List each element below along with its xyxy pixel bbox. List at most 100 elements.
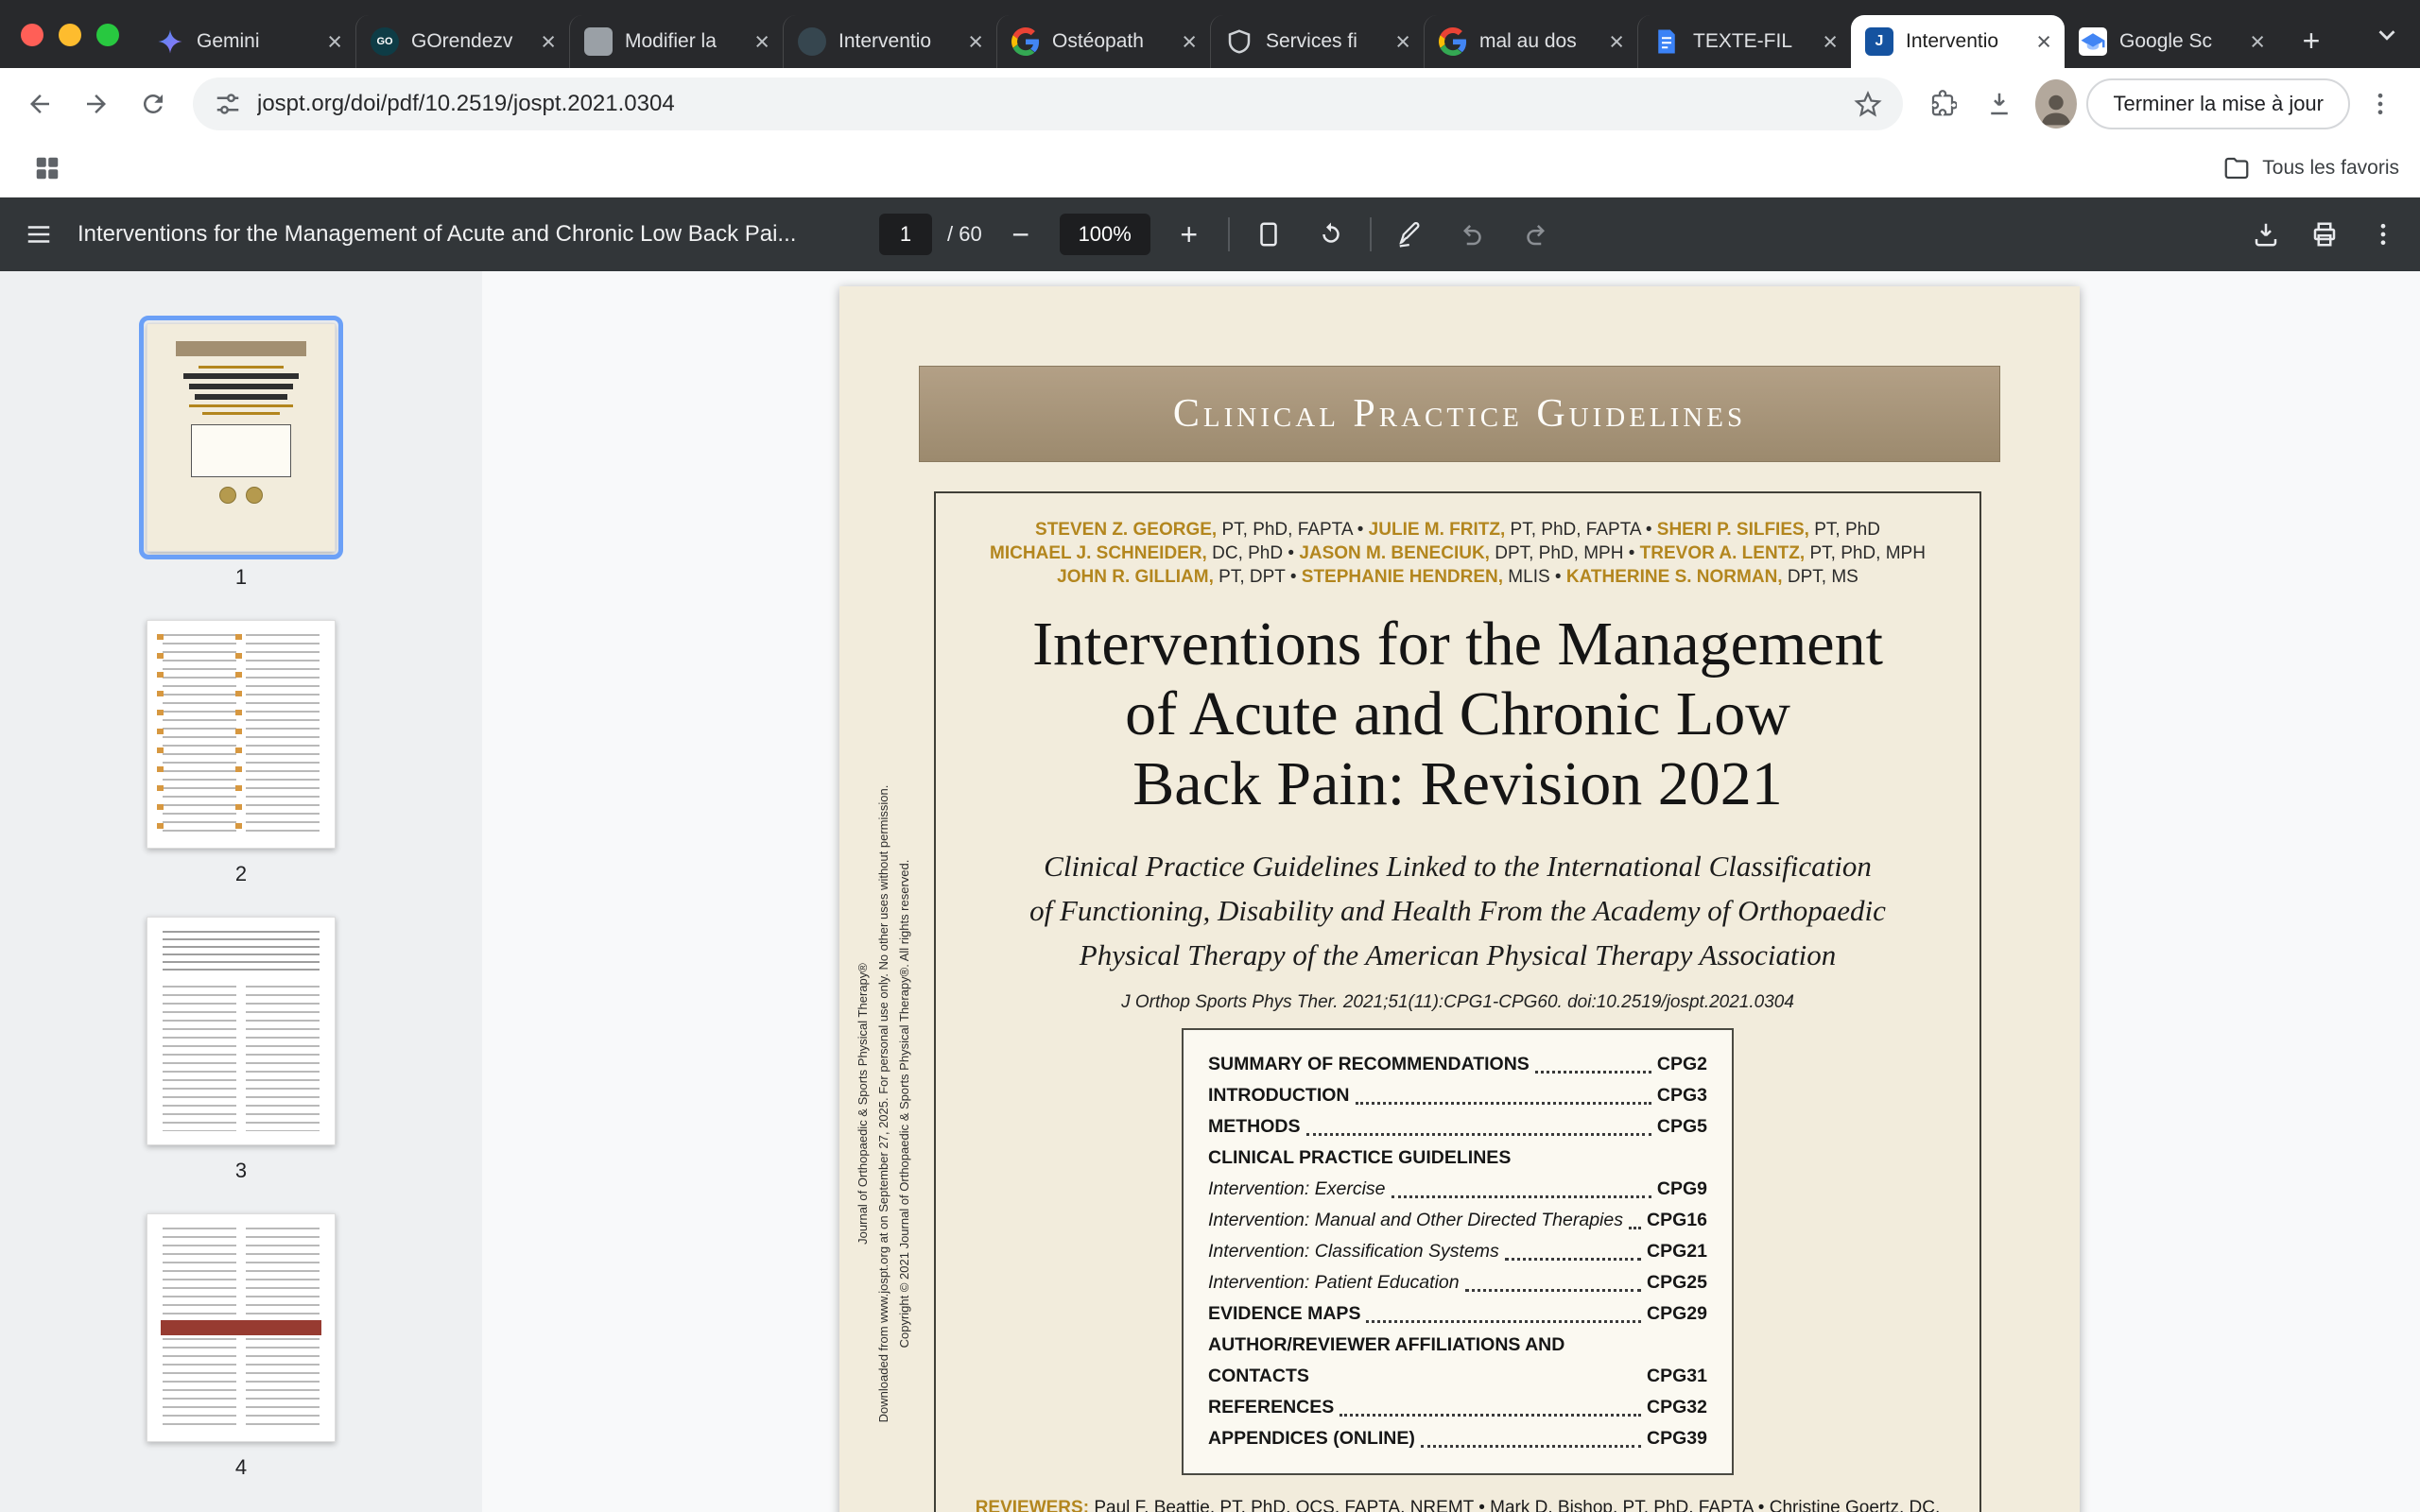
fit-page-button[interactable]: [1245, 211, 1292, 258]
tab-close-icon[interactable]: ×: [968, 28, 983, 55]
page-thumbnail[interactable]: [147, 1213, 336, 1442]
browser-menu-button[interactable]: [2354, 77, 2407, 130]
tab-close-icon[interactable]: ×: [541, 28, 556, 55]
tab-title: Gemini: [197, 30, 260, 52]
toolbar-divider: [1369, 217, 1372, 251]
url-text[interactable]: jospt.org/doi/pdf/10.2519/jospt.2021.030…: [257, 91, 1839, 117]
new-tab-button[interactable]: +: [2291, 21, 2331, 60]
tab-close-icon[interactable]: ×: [754, 28, 769, 55]
tab-close-icon[interactable]: ×: [1182, 28, 1197, 55]
tab-title: Modifier la: [625, 30, 717, 52]
tab-close-icon[interactable]: ×: [1823, 28, 1838, 55]
page-thumbnail-label[interactable]: 3: [235, 1159, 247, 1183]
page-number-input[interactable]: 1: [879, 214, 932, 255]
reviewers-names: Paul F. Beattie, PT, PhD, OCS, FAPTA, NR…: [1094, 1498, 1941, 1512]
pdf-print-button[interactable]: [2301, 211, 2348, 258]
article-title: Interventions for the Management of Acut…: [970, 610, 1945, 819]
reload-icon: [139, 90, 167, 118]
pdf-canvas[interactable]: Clinical Practice Guidelines STEVEN Z. G…: [482, 271, 2420, 1512]
page-thumbnail-label[interactable]: 4: [235, 1455, 247, 1480]
toc-entry-label: AUTHOR/REVIEWER AFFILIATIONS AND CONTACT…: [1208, 1334, 1565, 1386]
kebab-menu-icon: [2369, 220, 2397, 249]
zoom-in-button[interactable]: +: [1166, 211, 1213, 258]
browser-tab[interactable]: Modifier la ×: [569, 15, 783, 68]
browser-tab[interactable]: Google Sc ×: [2065, 15, 2278, 68]
browser-tab[interactable]: mal au dos ×: [1424, 15, 1637, 68]
browser-tab[interactable]: TEXTE-FIL ×: [1637, 15, 1851, 68]
window-controls: [21, 24, 119, 46]
page-thumbnail[interactable]: [147, 917, 336, 1145]
browser-tab[interactable]: Gemini ×: [142, 15, 355, 68]
subtitle-line: Clinical Practice Guidelines Linked to t…: [1044, 850, 1872, 883]
author-name: KATHERINE S. NORMAN,: [1565, 567, 1783, 587]
toc-page-number: CPG29: [1647, 1303, 1707, 1324]
profile-button[interactable]: [2030, 77, 2083, 130]
pdf-more-button[interactable]: [2360, 211, 2407, 258]
author-line: JOHN R. GILLIAM, PT, DPT • STEPHANIE HEN…: [970, 565, 1945, 589]
tab-close-icon[interactable]: ×: [327, 28, 342, 55]
tab-close-icon[interactable]: ×: [1395, 28, 1410, 55]
author-name: TREVOR A. LENTZ,: [1639, 543, 1806, 563]
reload-button[interactable]: [127, 77, 180, 130]
thumbnail-sidebar[interactable]: 1 2 3 4: [0, 271, 482, 1512]
author-name: JOHN R. GILLIAM,: [1057, 567, 1214, 587]
rotate-icon: [1317, 220, 1345, 249]
toc-page-number: CPG32: [1647, 1397, 1707, 1418]
downloads-button[interactable]: [1973, 77, 2026, 130]
tab-close-icon[interactable]: ×: [2036, 28, 2051, 55]
bookmarks-bar: Tous les favoris: [0, 140, 2420, 198]
redo-button[interactable]: [1512, 211, 1559, 258]
apps-grid-button[interactable]: [21, 142, 74, 195]
fullscreen-window-button[interactable]: [96, 24, 119, 46]
tab-close-icon[interactable]: ×: [2250, 28, 2265, 55]
tab-search-chevron-icon[interactable]: [2369, 17, 2405, 53]
omnibox[interactable]: jospt.org/doi/pdf/10.2519/jospt.2021.030…: [193, 77, 1904, 130]
page-thumbnail-label[interactable]: 2: [235, 862, 247, 886]
all-bookmarks[interactable]: Tous les favoris: [2222, 154, 2399, 182]
zoom-out-button[interactable]: −: [997, 211, 1045, 258]
browser-tab[interactable]: Interventio ×: [783, 15, 996, 68]
zoom-level[interactable]: 100%: [1059, 214, 1150, 255]
author-credentials: DC, PhD: [1206, 543, 1284, 563]
shield-icon: [1224, 26, 1254, 57]
extensions-button[interactable]: [1916, 77, 1969, 130]
page-thumbnail-label[interactable]: 1: [235, 565, 247, 590]
tab-strip: Gemini × GO GOrendezv × Modifier la × Intervent…: [0, 0, 2420, 68]
toc-entry-label: APPENDICES (ONLINE): [1208, 1428, 1415, 1449]
page-thumbnail[interactable]: [139, 316, 343, 559]
page-thumbnail[interactable]: [147, 620, 336, 849]
thumbnail-item: 2: [147, 620, 336, 886]
toc-dot-leader: [1391, 1195, 1651, 1198]
browser-tab[interactable]: GO GOrendezv ×: [355, 15, 569, 68]
rotate-button[interactable]: [1307, 211, 1355, 258]
toc-entry-label: Intervention: Classification Systems: [1208, 1241, 1499, 1262]
thumbnail-preview: [147, 918, 335, 1144]
finish-update-button[interactable]: Terminer la mise à jour: [2086, 78, 2350, 129]
author-name: JULIE M. FRITZ,: [1368, 520, 1506, 540]
tab-title: mal au dos: [1479, 30, 1577, 52]
back-icon: [26, 90, 54, 118]
author-separator: •: [1549, 567, 1566, 587]
jospt-icon: J: [1864, 26, 1894, 57]
annotate-button[interactable]: [1387, 211, 1434, 258]
tab-close-icon[interactable]: ×: [1609, 28, 1624, 55]
browser-tab[interactable]: J Interventio ×: [1851, 15, 2065, 68]
author-credentials: MLIS: [1503, 567, 1550, 587]
toc-page-number: CPG31: [1647, 1366, 1707, 1386]
site-info-icon[interactable]: [214, 90, 242, 118]
pdf-download-button[interactable]: [2242, 211, 2290, 258]
tab-title: Interventio: [1906, 30, 1999, 52]
close-window-button[interactable]: [21, 24, 43, 46]
back-button[interactable]: [13, 77, 66, 130]
author-credentials: DPT, MS: [1782, 567, 1858, 587]
pdf-menu-button[interactable]: [15, 211, 62, 258]
author-name: SHERI P. SILFIES,: [1656, 520, 1809, 540]
browser-tab[interactable]: Ostéopath ×: [996, 15, 1210, 68]
forward-button[interactable]: [70, 77, 123, 130]
browser-tab[interactable]: Services fi ×: [1210, 15, 1424, 68]
toc-entry: Intervention: Manual and Other Directed …: [1208, 1205, 1707, 1236]
bookmark-star-icon[interactable]: [1854, 90, 1883, 118]
vertical-copyright-text: Journal of Orthopaedic & Sports Physical…: [853, 776, 915, 1432]
undo-button[interactable]: [1449, 211, 1496, 258]
minimize-window-button[interactable]: [59, 24, 81, 46]
